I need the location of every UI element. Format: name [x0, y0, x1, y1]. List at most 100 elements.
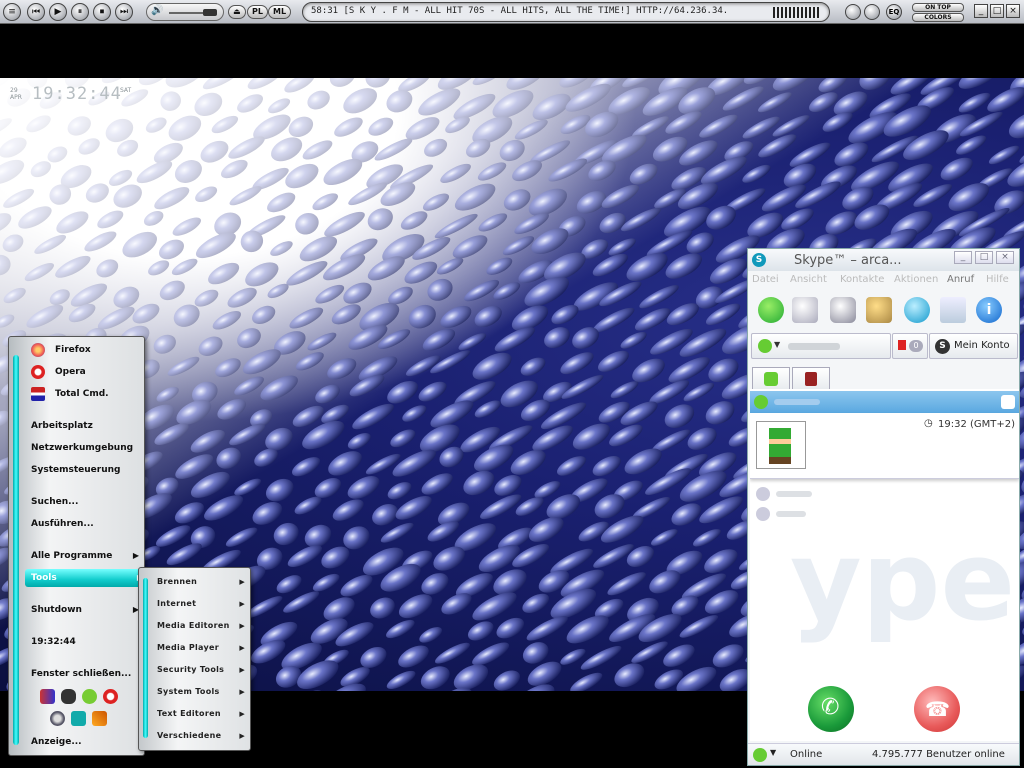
previous-button[interactable]: ⏮ — [27, 3, 45, 21]
winamp-menu-button[interactable]: ≡ — [3, 3, 21, 21]
skin-icon[interactable] — [845, 4, 861, 20]
submenu-item-media-editoren[interactable]: Media Editoren ▶ — [157, 618, 245, 634]
stop-button[interactable]: ⏹ — [93, 3, 111, 21]
settings-icon[interactable] — [864, 4, 880, 20]
contact-list: ype ◷ 19:32 (GMT+2) — [750, 389, 1019, 741]
tab-contacts[interactable] — [752, 367, 790, 389]
media-editoren-label: Media Editoren — [157, 621, 230, 630]
chat-icon[interactable] — [904, 297, 930, 323]
tools-submenu: Brennen ▶ Internet ▶ Media Editoren ▶ Media… — [138, 567, 251, 751]
menu-kontakte[interactable]: Kontakte — [840, 274, 884, 285]
skype-window-title: Skype™ – arca... — [794, 253, 902, 268]
verschiedene-label: Verschiedene — [157, 731, 222, 740]
phone-icon: ✆ — [821, 695, 840, 720]
events-flag-button[interactable]: 0 — [892, 333, 928, 359]
info-icon[interactable]: i — [976, 297, 1002, 323]
pause-button[interactable]: ⏸ — [71, 3, 89, 21]
skype-title-bar[interactable]: S Skype™ – arca... _ □ × — [748, 249, 1019, 271]
eq-button[interactable]: EQ — [886, 4, 902, 20]
tab-history[interactable] — [792, 367, 830, 389]
add-contact-icon[interactable] — [758, 297, 784, 323]
menu-item-total-cmd[interactable]: Total Cmd. — [29, 385, 141, 403]
now-playing-display[interactable]: 58:31 [S K Y . F M - ALL HIT 70S - ALL H… — [302, 2, 830, 22]
menu-item-alle-programme[interactable]: Alle Programme ▶ — [29, 547, 141, 565]
tool-icon[interactable] — [92, 711, 107, 726]
clock-icon: ◷ — [924, 418, 933, 429]
call-button[interactable]: ✆ — [808, 686, 854, 732]
on-top-toggle[interactable]: ON TOP — [912, 3, 964, 12]
clock-time: 19:32:44 — [32, 84, 122, 104]
contact-detail-card: ◷ 19:32 (GMT+2) — [750, 413, 1019, 479]
restore-button[interactable]: □ — [990, 4, 1004, 18]
menu-item-suchen[interactable]: Suchen... — [29, 493, 141, 511]
menu-item-netzwerkumgebung[interactable]: Netzwerkumgebung — [29, 439, 141, 457]
submenu-item-system-tools[interactable]: System Tools ▶ — [157, 684, 245, 700]
volume-slider[interactable]: 🔊 — [146, 3, 224, 21]
volume-knob[interactable] — [203, 9, 217, 16]
close-button[interactable]: × — [1006, 4, 1020, 18]
menu-item-firefox[interactable]: Firefox — [29, 341, 141, 359]
menu-aktionen[interactable]: Aktionen — [894, 274, 938, 285]
text-editoren-label: Text Editoren — [157, 709, 221, 718]
skype-close-button[interactable]: × — [996, 251, 1014, 264]
brennen-label: Brennen — [157, 577, 198, 586]
send-file-icon[interactable] — [940, 297, 966, 323]
skype-maximize-button[interactable]: □ — [975, 251, 993, 264]
visualizer — [773, 7, 821, 18]
menu-item-opera[interactable]: Opera — [29, 363, 141, 381]
minimize-button[interactable]: _ — [974, 4, 988, 18]
menu-anruf[interactable]: Anruf — [947, 274, 974, 285]
menu-item-systemsteuerung[interactable]: Systemsteuerung — [29, 461, 141, 479]
skype-menu-bar: Datei Ansicht Kontakte Aktionen Anruf Hi… — [748, 272, 1019, 288]
menu-item-anzeige[interactable]: Anzeige... — [29, 733, 141, 751]
watermark-text: ype — [790, 517, 1015, 645]
menu-datei[interactable]: Datei — [752, 274, 779, 285]
offline-contact-row[interactable] — [754, 505, 954, 523]
blurred-contact-name — [776, 491, 812, 497]
status-text: Online — [790, 749, 823, 760]
menu-item-arbeitsplatz[interactable]: Arbeitsplatz — [29, 417, 141, 435]
search-contact-icon[interactable] — [792, 297, 818, 323]
my-account-button[interactable]: S Mein Konto — [929, 333, 1018, 359]
next-button[interactable]: ⏭ — [115, 3, 133, 21]
alle-programme-label: Alle Programme — [31, 551, 113, 561]
submenu-item-text-editoren[interactable]: Text Editoren ▶ — [157, 706, 245, 722]
menu-item-tools[interactable]: Tools ▶ — [25, 569, 145, 587]
messenger-icon[interactable] — [82, 689, 97, 704]
play-button[interactable]: ▶ — [49, 3, 67, 21]
menu-item-ausfuehren[interactable]: Ausführen... — [29, 515, 141, 533]
app-launcher-icon[interactable] — [40, 689, 55, 704]
menu-ansicht[interactable]: Ansicht — [790, 274, 827, 285]
submenu-item-verschiedene[interactable]: Verschiedene ▶ — [157, 728, 245, 744]
submenu-item-internet[interactable]: Internet ▶ — [157, 596, 245, 612]
menu-item-shutdown[interactable]: Shutdown ▶ — [29, 601, 141, 619]
conference-call-icon[interactable] — [866, 297, 892, 323]
menu-item-fenster-schliessen[interactable]: Fenster schließen... — [29, 665, 141, 683]
eject-button[interactable]: ⏏ — [228, 5, 246, 19]
video-icon[interactable] — [1001, 395, 1015, 409]
chevron-down-icon[interactable]: ▼ — [770, 748, 776, 757]
colors-toggle[interactable]: COLORS — [912, 13, 964, 22]
playlist-button[interactable]: PL — [247, 5, 268, 19]
online-status-icon[interactable] — [753, 748, 767, 762]
utility-icon[interactable] — [71, 711, 86, 726]
submenu-item-security-tools[interactable]: Security Tools ▶ — [157, 662, 245, 678]
menu-hilfe[interactable]: Hilfe — [986, 274, 1009, 285]
online-status-selector[interactable]: ▼ — [751, 333, 891, 359]
start-menu: Firefox Opera Total Cmd. Arbeitsplatz Ne… — [8, 336, 145, 756]
opera-tray-icon[interactable] — [103, 689, 118, 704]
skype-minimize-button[interactable]: _ — [954, 251, 972, 264]
submenu-item-media-player[interactable]: Media Player ▶ — [157, 640, 245, 656]
selected-contact-row[interactable] — [750, 391, 1019, 413]
chevron-right-icon: ▶ — [132, 551, 139, 560]
disc-icon[interactable] — [50, 711, 65, 726]
submenu-item-brennen[interactable]: Brennen ▶ — [157, 574, 245, 590]
contacts-icon — [764, 372, 778, 386]
security-tools-label: Security Tools — [157, 665, 225, 674]
gamepad-icon[interactable] — [61, 689, 76, 704]
phone-icon[interactable] — [830, 297, 856, 323]
offline-contact-row[interactable] — [754, 485, 954, 503]
speaker-icon: 🔊 — [151, 5, 164, 16]
hang-up-button[interactable]: ☎ — [914, 686, 960, 732]
media-library-button[interactable]: ML — [268, 5, 292, 19]
